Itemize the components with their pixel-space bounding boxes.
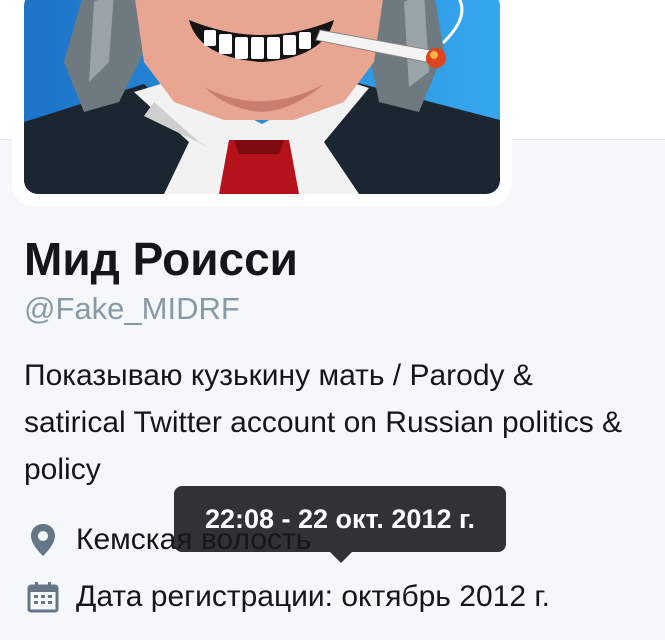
user-handle[interactable]: @Fake_MIDRF (24, 289, 240, 329)
profile-page: Мид Роисси @Fake_MIDRF Показываю кузькин… (0, 0, 665, 640)
profile-bio: Показываю кузькину мать / Parody & satir… (24, 359, 623, 486)
tooltip-arrow (330, 552, 352, 563)
display-name[interactable]: Мид Роисси (24, 232, 298, 286)
join-date-tooltip: 22:08 - 22 окт. 2012 г. (174, 486, 506, 552)
join-date-row: Дата регистрации: октябрь 2012 г. (24, 577, 550, 617)
profile-avatar (24, 0, 500, 194)
map-pin-icon (24, 521, 62, 559)
profile-avatar-frame[interactable] (12, 0, 512, 206)
calendar-icon (24, 578, 62, 616)
join-date-text[interactable]: Дата регистрации: октябрь 2012 г. (76, 577, 550, 617)
